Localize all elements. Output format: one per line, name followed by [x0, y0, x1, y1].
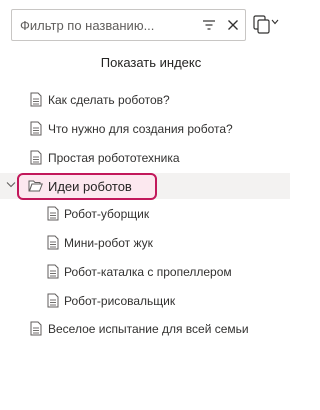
copy-menu-button[interactable]: [253, 15, 279, 37]
filter-icon[interactable]: [202, 18, 216, 32]
tree-item-label: Мини-робот жук: [64, 236, 153, 250]
tree-item[interactable]: Робот-каталка с пропеллером: [0, 259, 290, 285]
tree-item-selected[interactable]: Идеи роботов: [0, 173, 290, 200]
page-icon: [30, 321, 42, 336]
tree-item-label: Робот-каталка с пропеллером: [64, 265, 232, 279]
tree-item-label: Робот-уборщик: [64, 207, 150, 221]
page-icon: [47, 264, 59, 279]
tree-item-label: Веселое испытание для всей семьи: [48, 322, 249, 336]
show-index-button[interactable]: Показать индекс: [0, 55, 302, 75]
page-icon: [47, 235, 59, 250]
tree-item[interactable]: Как сделать роботов?: [0, 87, 290, 113]
tree-item-label: Что нужно для создания робота?: [48, 122, 233, 136]
tree-item-label: Идеи роботов: [48, 179, 132, 194]
tree-item-label: Простая робототехника: [48, 151, 180, 165]
chevron-down-icon: [271, 19, 279, 25]
page-icon: [30, 150, 42, 165]
tree-item[interactable]: Простая робототехника: [0, 145, 290, 171]
tree-item[interactable]: Робот-уборщик: [0, 201, 290, 227]
tree-item[interactable]: Мини-робот жук: [0, 230, 290, 256]
search-box: [11, 9, 246, 41]
copy-icon: [253, 15, 275, 35]
tree-item[interactable]: Робот-рисовальщик: [0, 288, 290, 314]
tree-item-label: Робот-рисовальщик: [64, 294, 176, 308]
folder-open-icon: [28, 179, 43, 194]
page-icon: [47, 206, 59, 221]
search-input[interactable]: [20, 15, 190, 35]
page-icon: [30, 121, 42, 136]
page-icon: [47, 293, 59, 308]
chevron-down-icon[interactable]: [6, 181, 16, 189]
close-icon[interactable]: [226, 18, 240, 32]
tree-item[interactable]: Что нужно для создания робота?: [0, 116, 290, 142]
tree-item[interactable]: Веселое испытание для всей семьи: [0, 316, 290, 342]
top-bar: [11, 9, 273, 43]
page-icon: [30, 92, 42, 107]
tree-item-label: Как сделать роботов?: [48, 93, 170, 107]
